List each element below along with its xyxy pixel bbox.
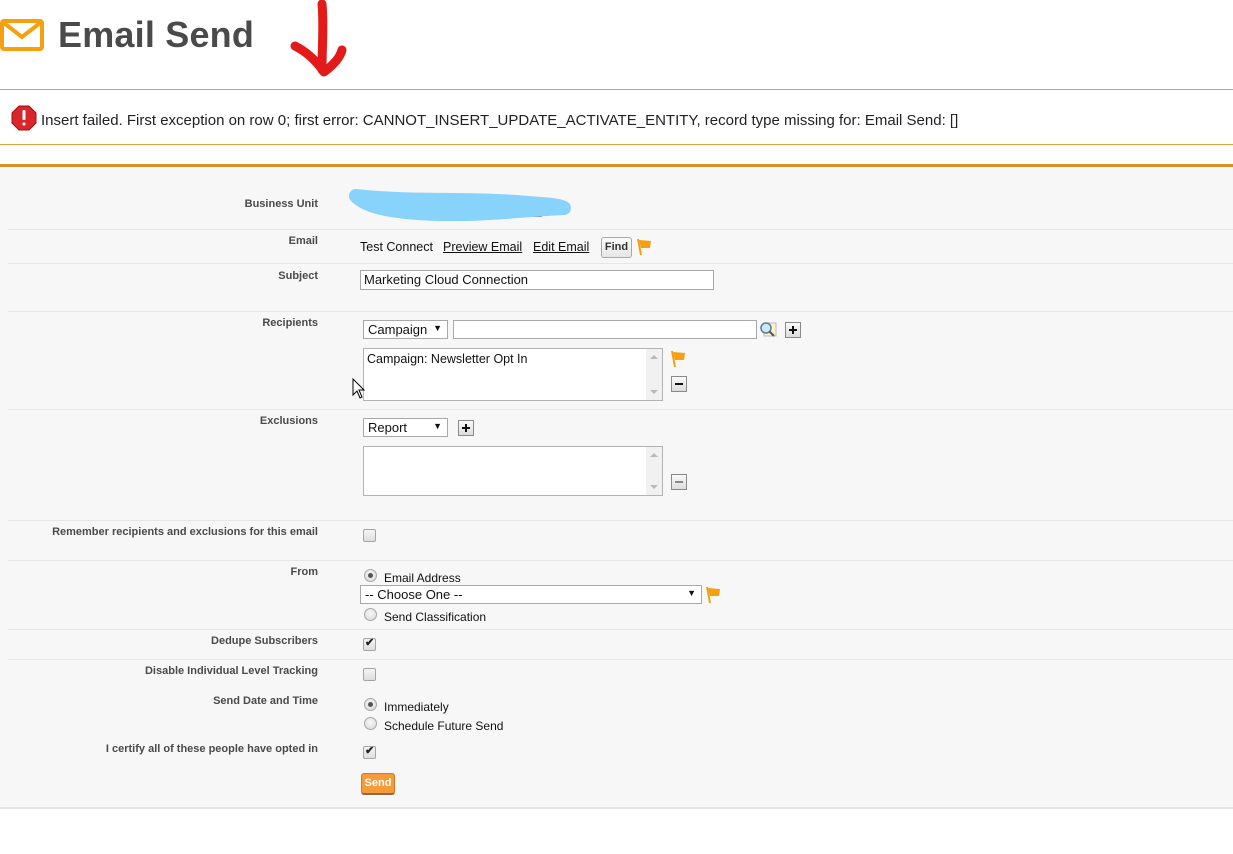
caret-down-icon: ▼ (433, 421, 442, 431)
recipients-listbox[interactable]: Campaign: Newsletter Opt In (363, 348, 663, 401)
exclusions-label: Exclusions (259, 415, 318, 427)
row-divider (8, 560, 1233, 561)
remember-label: Remember recipients and exclusions for t… (52, 526, 318, 538)
error-icon (11, 105, 37, 131)
listbox-scrollbar[interactable] (646, 447, 662, 495)
row-divider (8, 629, 1233, 630)
row-divider (8, 311, 1233, 312)
exclusions-listbox[interactable] (363, 446, 663, 496)
send-immediately-radio[interactable] (364, 698, 377, 711)
send-button[interactable]: Send (361, 773, 395, 795)
from-email-address-label: Email Address (384, 571, 461, 585)
recipients-search-input[interactable] (453, 320, 757, 339)
row-divider (8, 520, 1233, 521)
envelope-icon (0, 19, 44, 51)
from-email-select[interactable]: -- Choose One -- ▼ (360, 585, 702, 604)
add-exclusion-button[interactable] (458, 420, 474, 436)
exclusions-type-value: Report (368, 420, 408, 435)
send-time-label: Send Date and Time (213, 695, 318, 707)
flag-icon (706, 586, 720, 604)
row-divider (8, 263, 1233, 264)
mouse-cursor-icon (352, 378, 366, 399)
email-label: Email (288, 235, 318, 247)
lookup-search-icon[interactable] (759, 321, 777, 339)
caret-down-icon: ▼ (433, 323, 442, 333)
recipients-type-select[interactable]: Campaign ▼ (363, 320, 448, 339)
scroll-up-icon[interactable] (650, 355, 658, 359)
from-send-classification-label: Send Classification (384, 610, 487, 624)
disable-tracking-checkbox[interactable] (363, 668, 376, 681)
subject-input[interactable]: Marketing Cloud Connection (360, 270, 714, 290)
scroll-down-icon[interactable] (650, 485, 658, 489)
dedupe-label: Dedupe Subscribers (211, 635, 318, 647)
scroll-down-icon[interactable] (650, 390, 658, 394)
exclusions-type-select[interactable]: Report ▼ (363, 418, 448, 437)
email-name: Test Connect (360, 240, 433, 254)
row-divider (8, 409, 1233, 410)
page-header: Email Send (0, 0, 1233, 90)
recipient-item[interactable]: Campaign: Newsletter Opt In (367, 352, 659, 366)
from-send-classification-radio[interactable] (364, 608, 377, 621)
certify-checkbox[interactable]: ✔ (363, 745, 376, 759)
preview-email-link[interactable]: Preview Email (443, 240, 522, 254)
subject-label: Subject (278, 270, 318, 282)
scroll-up-icon[interactable] (650, 453, 658, 457)
page-title: Email Send (58, 14, 255, 55)
from-label: From (290, 566, 319, 578)
flag-icon (671, 350, 685, 368)
schedule-future-send-label: Schedule Future Send (384, 719, 504, 733)
remember-checkbox[interactable] (363, 529, 376, 542)
disable-tracking-label: Disable Individual Level Tracking (144, 665, 318, 677)
redaction-scribble (349, 189, 571, 222)
row-divider (8, 659, 1233, 660)
caret-down-icon: ▼ (687, 588, 696, 598)
red-arrow-annotation (290, 0, 347, 77)
recipients-type-value: Campaign (368, 322, 428, 337)
row-divider (8, 229, 1233, 230)
error-message: Insert failed. First exception on row 0;… (41, 112, 959, 129)
schedule-future-send-radio[interactable] (364, 717, 377, 730)
recipients-label: Recipients (262, 317, 318, 329)
business-unit-label: Business Unit (244, 198, 318, 210)
add-recipient-button[interactable] (785, 322, 801, 338)
from-email-address-radio[interactable] (364, 569, 377, 582)
remove-recipient-button[interactable] (671, 376, 687, 392)
from-email-value: -- Choose One -- (365, 587, 463, 602)
checkmark-icon: ✔ (365, 745, 375, 757)
listbox-scrollbar[interactable] (646, 349, 662, 400)
remove-exclusion-button[interactable] (671, 474, 687, 490)
send-immediately-label: Immediately (384, 700, 449, 714)
flag-icon (637, 238, 651, 256)
edit-email-link[interactable]: Edit Email (533, 240, 589, 254)
dedupe-checkbox[interactable]: ✔ (363, 637, 376, 651)
certify-label: I certify all of these people have opted… (105, 743, 318, 755)
checkmark-icon: ✔ (365, 637, 375, 649)
find-button[interactable]: Find (601, 237, 632, 258)
